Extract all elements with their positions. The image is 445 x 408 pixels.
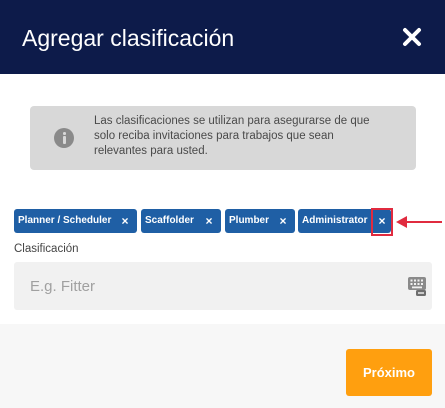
classification-label: Clasificación: [14, 243, 79, 255]
classification-field: [14, 262, 432, 310]
remove-highlight-box: [371, 208, 393, 236]
chip-label: Plumber: [229, 215, 270, 226]
info-icon: [54, 128, 74, 148]
info-box: Las clasificaciones se utilizan para ase…: [30, 106, 416, 170]
keyboard-icon[interactable]: [408, 277, 426, 296]
info-text: Las clasificaciones se utilizan para ase…: [94, 115, 370, 157]
modal-header: Agregar clasificación: [0, 0, 445, 74]
chip-remove-button[interactable]: ×: [117, 209, 133, 233]
chip-scaffolder: Scaffolder ×: [141, 209, 221, 233]
next-button[interactable]: Próximo: [346, 349, 432, 396]
add-classification-modal: Agregar clasificación Las clasificacione…: [0, 0, 445, 408]
modal-title: Agregar clasificación: [22, 25, 235, 51]
close-icon: [403, 28, 421, 46]
pointer-arrow-icon: [396, 216, 442, 228]
chip-label: Administrator: [302, 215, 368, 226]
classification-input[interactable]: [14, 262, 432, 310]
chip-label: Scaffolder: [145, 215, 194, 226]
chip-remove-button[interactable]: ×: [275, 209, 291, 233]
close-button[interactable]: [401, 26, 423, 48]
chip-plumber: Plumber ×: [225, 209, 295, 233]
modal-footer: Próximo: [0, 324, 445, 408]
chip-label: Planner / Scheduler: [18, 215, 112, 226]
chip-remove-button[interactable]: ×: [201, 209, 217, 233]
chip-planner-scheduler: Planner / Scheduler ×: [14, 209, 137, 233]
